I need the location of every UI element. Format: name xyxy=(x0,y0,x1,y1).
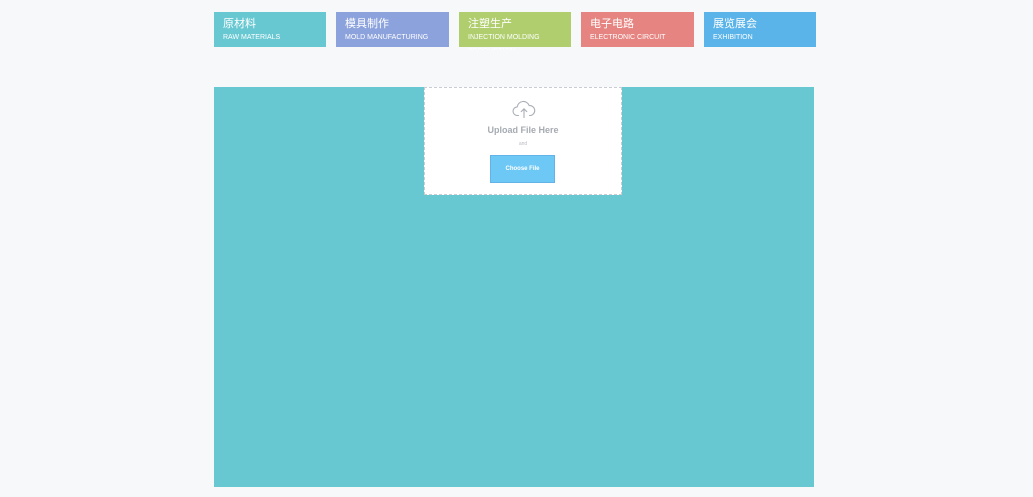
tab-title-cn: 模具制作 xyxy=(345,18,389,30)
upload-title: Upload File Here xyxy=(487,125,559,135)
tab-electronic-circuit[interactable]: 电子电路 ELECTRONIC CIRCUIT xyxy=(581,12,694,47)
tab-title-cn: 原材料 xyxy=(223,18,256,30)
tab-title-cn: 电子电路 xyxy=(590,18,634,30)
tab-subtitle-en: INJECTION MOLDING xyxy=(468,34,540,41)
tab-subtitle-overflow: PRODUCTION xyxy=(468,47,515,50)
file-upload-dropzone[interactable]: Upload File Here and Choose File xyxy=(424,87,622,195)
tab-title-cn: 注塑生产 xyxy=(468,18,512,30)
tab-subtitle-en: RAW MATERIALS xyxy=(223,34,281,41)
tab-mold-manufacturing[interactable]: 模具制作 MOLD MANUFACTURING xyxy=(336,12,449,47)
tab-injection-molding[interactable]: 注塑生产 INJECTION MOLDING PRODUCTION xyxy=(459,12,571,50)
choose-file-button[interactable]: Choose File xyxy=(490,155,555,183)
tab-subtitle-en: EXHIBITION xyxy=(713,34,753,41)
tab-exhibition[interactable]: 展览展会 EXHIBITION xyxy=(704,12,816,47)
page: 原材料 RAW MATERIALS 模具制作 MOLD MANUFACTURIN… xyxy=(0,0,1033,497)
tab-title-cn: 展览展会 xyxy=(713,18,757,30)
category-tabs: 原材料 RAW MATERIALS 模具制作 MOLD MANUFACTURIN… xyxy=(214,12,816,50)
cloud-upload-icon xyxy=(512,100,536,119)
tab-subtitle-en: ELECTRONIC CIRCUIT xyxy=(590,34,666,41)
tab-subtitle-en: MOLD MANUFACTURING xyxy=(345,34,429,41)
tab-raw-materials[interactable]: 原材料 RAW MATERIALS xyxy=(214,12,326,47)
upload-separator: and xyxy=(518,141,528,147)
